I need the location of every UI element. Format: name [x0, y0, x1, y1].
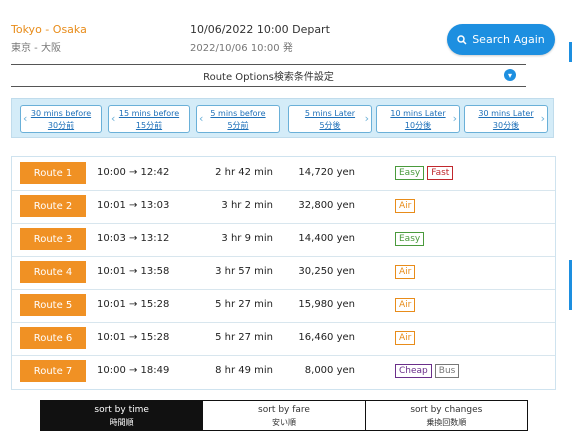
route-fare: 8,000 yen [304, 365, 355, 376]
route-row[interactable]: Route 1 10:00 → 12:42 2 hr 42 min 14,720… [12, 157, 555, 191]
route-time: 10:01 → 13:03 [97, 200, 170, 211]
time-shift-10-later[interactable]: › 10 mins Later 10分後 [376, 105, 460, 133]
search-again-label: Search Again [472, 33, 545, 46]
departure-datetime: 10/06/2022 10:00 Depart [190, 23, 330, 36]
route-fare: 15,980 yen [298, 299, 355, 310]
route-duration: 5 hr 27 min [215, 332, 273, 343]
route-row[interactable]: Route 5 10:01 → 15:28 5 hr 27 min 15,980… [12, 289, 555, 323]
route-duration: 2 hr 42 min [215, 167, 273, 178]
route-time: 10:01 → 13:58 [97, 266, 170, 277]
origin-name: Tokyo [11, 23, 42, 36]
tag-air: Air [395, 298, 416, 312]
route-fare: 30,250 yen [298, 266, 355, 277]
route-fare: 16,460 yen [298, 332, 355, 343]
route-duration: 3 hr 2 min [221, 200, 273, 211]
route-time: 10:01 → 15:28 [97, 299, 170, 310]
route-time: 10:03 → 13:12 [97, 233, 170, 244]
time-shift-15-before[interactable]: ‹ 15 mins before 15分前 [108, 105, 190, 133]
tag-easy: Easy [395, 232, 425, 246]
route-row[interactable]: Route 3 10:03 → 13:12 3 hr 9 min 14,400 … [12, 223, 555, 257]
route-duration: 3 hr 57 min [215, 266, 273, 277]
time-shift-5-before[interactable]: ‹ 5 mins before 5分前 [196, 105, 280, 133]
route-duration: 5 hr 27 min [215, 299, 273, 310]
route-button[interactable]: Route 1 [20, 162, 86, 184]
route-separator: - [41, 23, 53, 36]
tag-easy: Easy [395, 166, 425, 180]
route-time: 10:00 → 18:49 [97, 365, 170, 376]
route-list: Route 1 10:00 → 12:42 2 hr 42 min 14,720… [11, 156, 556, 390]
time-shift-5-later[interactable]: › 5 mins Later 5分後 [288, 105, 372, 133]
search-again-button[interactable]: Search Again [447, 24, 555, 55]
route-summary-jp: 東京 - 大阪 [11, 43, 61, 54]
route-row[interactable]: Route 2 10:01 → 13:03 3 hr 2 min 32,800 … [12, 190, 555, 224]
tag-cheap: Cheap [395, 364, 432, 378]
sort-by-fare-tab[interactable]: sort by fare 安い順 [202, 401, 364, 430]
time-shift-30-before[interactable]: ‹ 30 mins before 30分前 [20, 105, 102, 133]
departure-datetime-jp: 2022/10/06 10:00 発 [190, 43, 293, 54]
tag-air: Air [395, 331, 416, 345]
route-options-bar[interactable]: Route Options検索条件設定 ▾ [11, 64, 526, 87]
route-row[interactable]: Route 4 10:01 → 13:58 3 hr 57 min 30,250… [12, 256, 555, 290]
route-button[interactable]: Route 6 [20, 327, 86, 349]
sort-tabs: sort by time 時間順 sort by fare 安い順 sort by … [40, 400, 528, 431]
search-icon [457, 34, 467, 45]
route-time: 10:01 → 15:28 [97, 332, 170, 343]
tag-fast: Fast [427, 166, 454, 180]
destination-name: Osaka [52, 23, 87, 36]
sort-by-time-tab[interactable]: sort by time 時間順 [41, 401, 203, 430]
route-row[interactable]: Route 7 10:00 → 18:49 8 hr 49 min 8,000 … [12, 355, 555, 388]
route-fare: 14,720 yen [298, 167, 355, 178]
route-fare: 32,800 yen [298, 200, 355, 211]
route-options-label: Route Options検索条件設定 [203, 72, 334, 83]
route-button[interactable]: Route 2 [20, 195, 86, 217]
tag-air: Air [395, 265, 416, 279]
time-shift-nav: ‹ 30 mins before 30分前 ‹ 15 mins before 15分前 … [11, 98, 554, 138]
tag-air: Air [395, 199, 416, 213]
route-summary: Tokyo - Osaka [11, 23, 87, 36]
tag-bus: Bus [434, 364, 460, 378]
route-button[interactable]: Route 4 [20, 261, 86, 283]
chevron-down-icon[interactable]: ▾ [504, 69, 516, 81]
time-shift-30-later[interactable]: › 30 mins Later 30分後 [464, 105, 548, 133]
route-row[interactable]: Route 6 10:01 → 15:28 5 hr 27 min 16,460… [12, 322, 555, 356]
route-duration: 3 hr 9 min [221, 233, 273, 244]
sort-by-changes-tab[interactable]: sort by changes 乗換回数順 [364, 401, 527, 430]
route-button[interactable]: Route 3 [20, 228, 86, 250]
route-button[interactable]: Route 7 [20, 360, 86, 382]
route-button[interactable]: Route 5 [20, 294, 86, 316]
route-fare: 14,400 yen [298, 233, 355, 244]
route-duration: 8 hr 49 min [215, 365, 273, 376]
route-time: 10:00 → 12:42 [97, 167, 170, 178]
